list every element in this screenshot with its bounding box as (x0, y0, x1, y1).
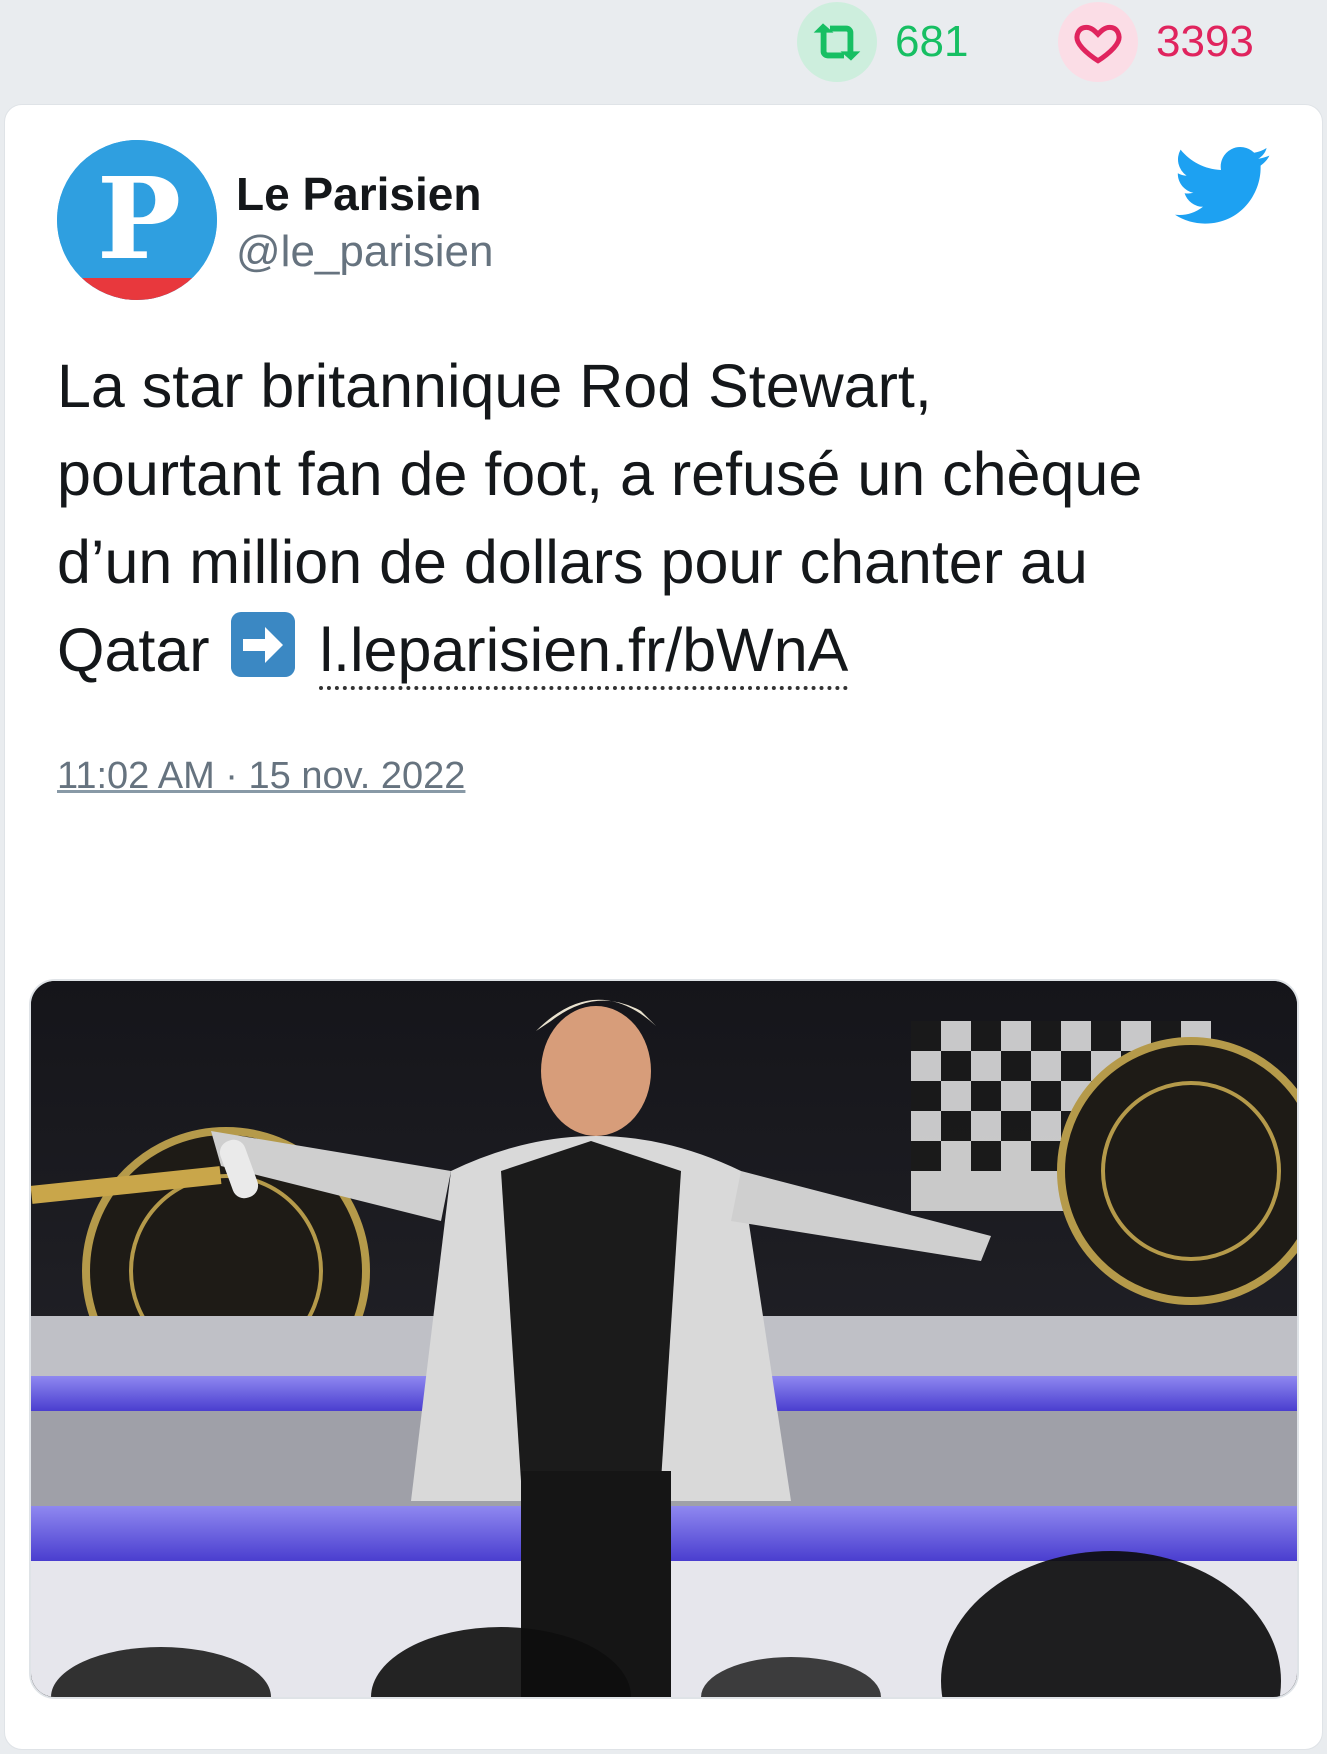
retweet-icon (797, 2, 877, 82)
author-name[interactable]: Le Parisien (236, 167, 481, 221)
tweet-text-line: d’un million de dollars pour chanter au (57, 528, 1088, 596)
like-count: 3393 (1156, 17, 1254, 66)
tweet-card[interactable]: P Le Parisien @le_parisien La star brita… (4, 104, 1323, 1750)
tweet-photo[interactable] (29, 979, 1299, 1699)
arrow-right-emoji (230, 612, 295, 677)
retweet-stat[interactable]: 681 (797, 2, 968, 82)
author-handle[interactable]: @le_parisien (236, 227, 493, 277)
tweet-text-line: La star britannique Rod Stewart, (57, 352, 932, 420)
retweet-count: 681 (895, 17, 969, 66)
engagement-stats: 681 3393 (0, 0, 1327, 100)
timestamp[interactable]: 11:02 AM · 15 nov. 2022 (57, 755, 465, 798)
avatar-letter: P (97, 154, 181, 285)
tweet-link[interactable]: l.leparisien.fr/bWnA (319, 616, 849, 690)
heart-icon (1058, 2, 1138, 82)
tweet-text-line: Qatar l.leparisien.fr/bWnA (57, 606, 1277, 694)
avatar[interactable]: P (57, 140, 217, 300)
tweet-text-line: pourtant fan de foot, a refusé un chèque (57, 440, 1143, 508)
twitter-bird-icon[interactable] (1175, 145, 1271, 227)
tweet-text: La star britannique Rod Stewart, pourtan… (57, 342, 1277, 694)
tweet-text-prefix: Qatar (57, 616, 210, 684)
like-stat[interactable]: 3393 (1058, 2, 1254, 82)
